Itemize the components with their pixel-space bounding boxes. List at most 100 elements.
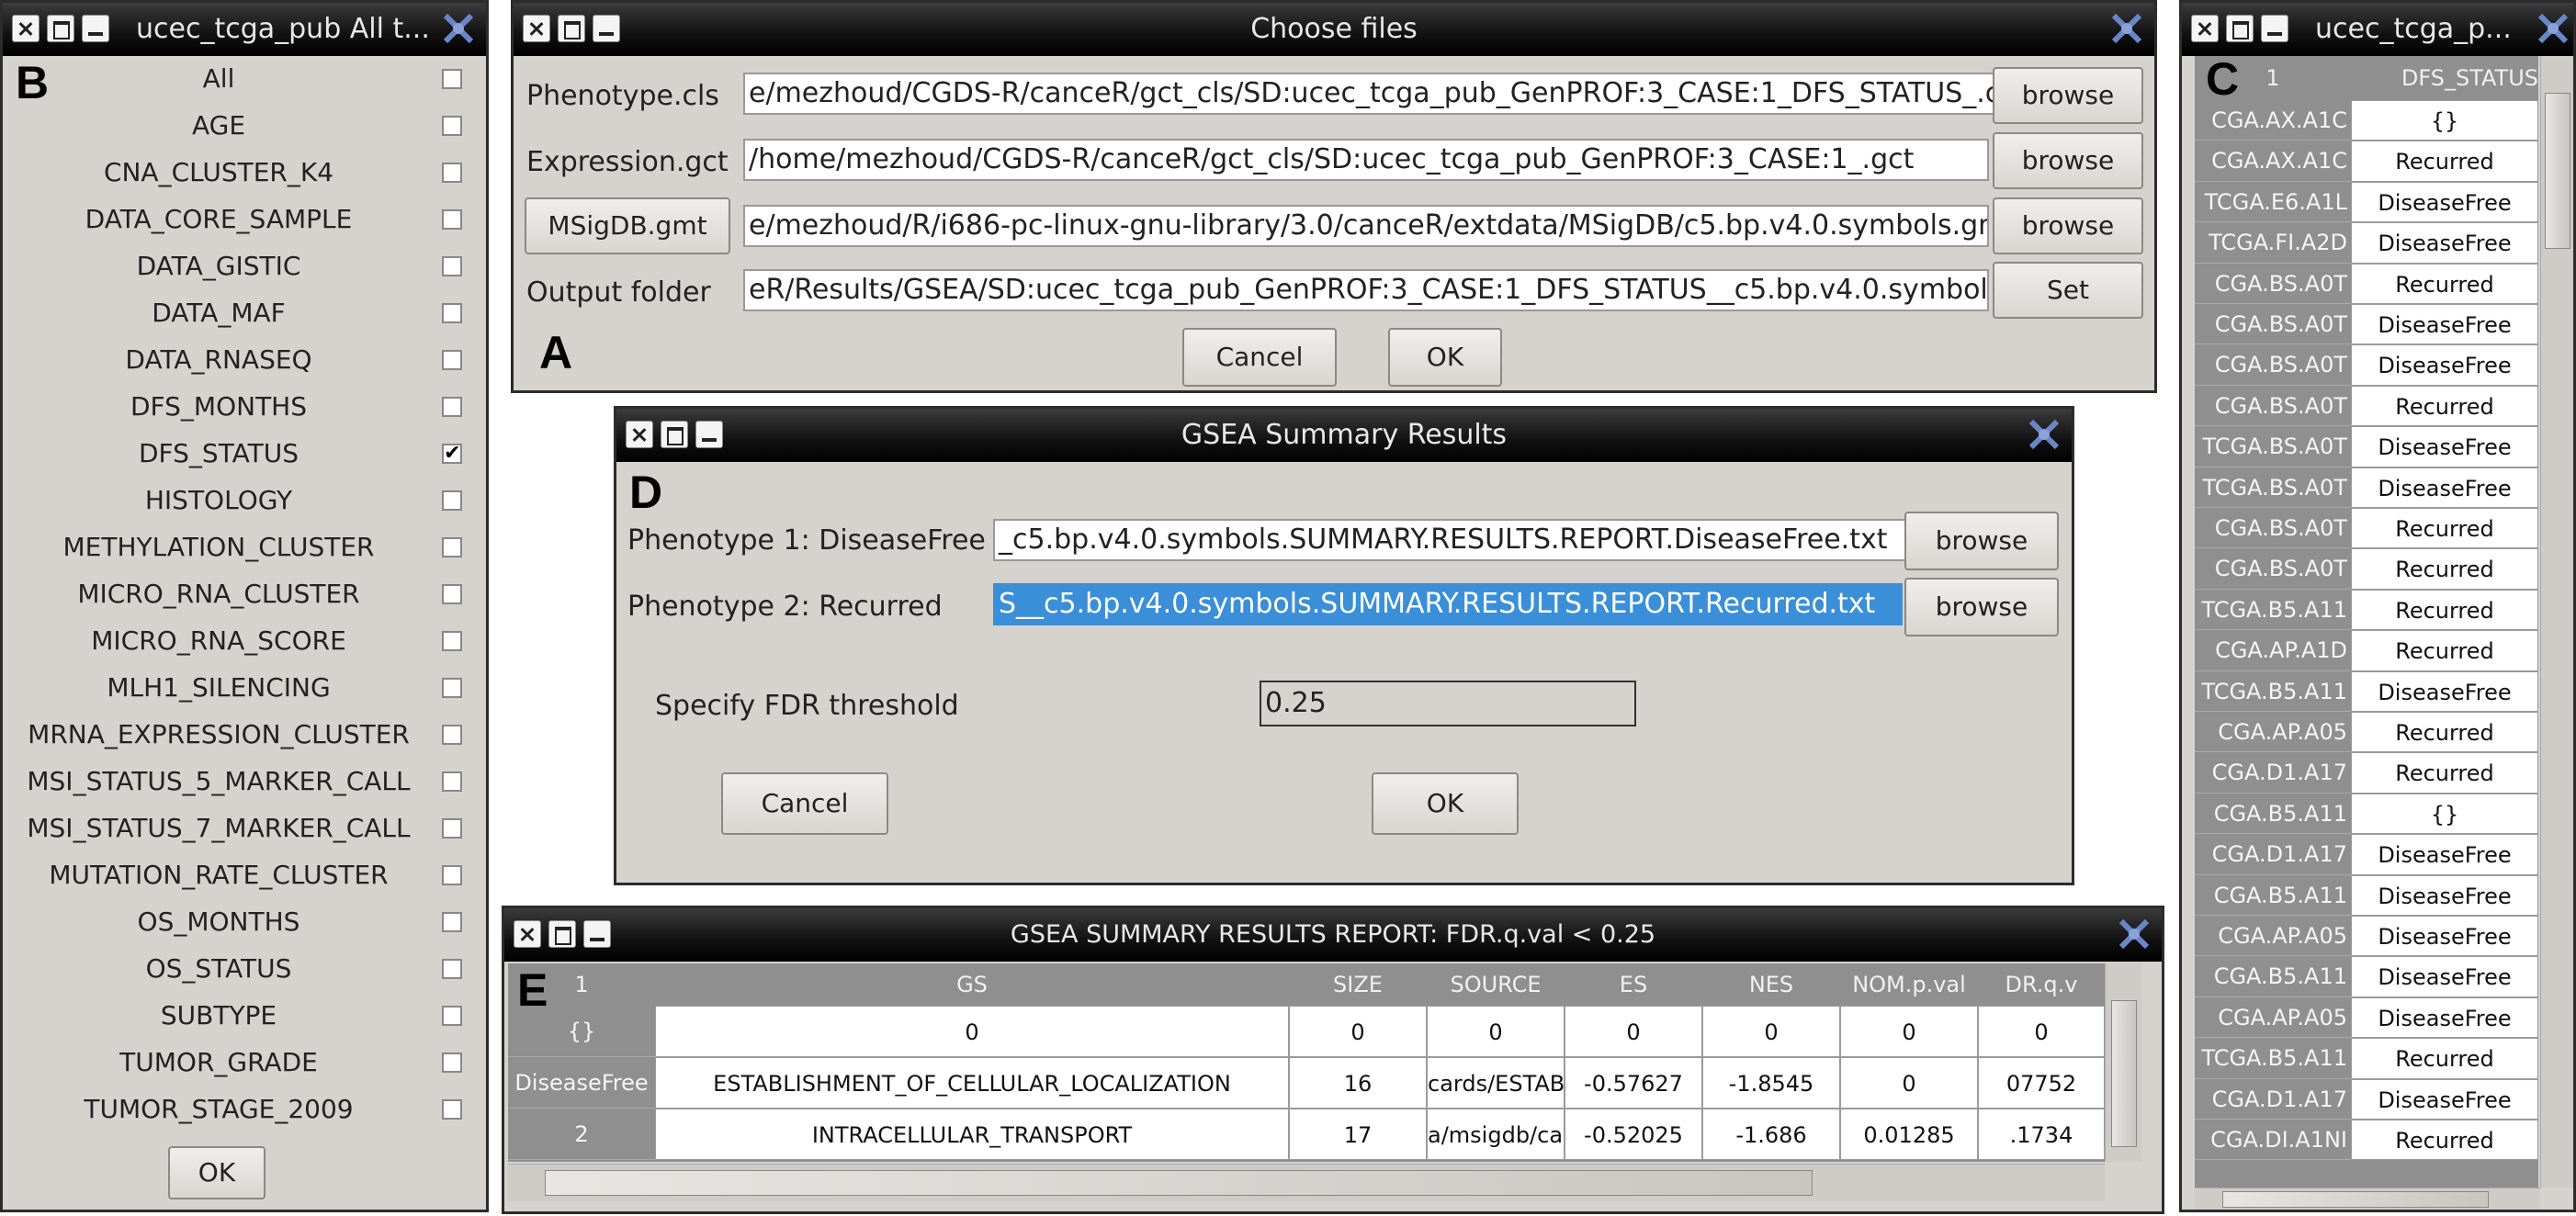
attribute-checkbox[interactable] [442, 69, 462, 89]
msigdb-gmt-button[interactable]: MSigDB.gmt [525, 197, 730, 254]
table-column-header[interactable]: SIZE [1289, 963, 1427, 1006]
table-cell[interactable]: a/msigdb/cards/I [1427, 1109, 1565, 1160]
output-folder-set-button[interactable]: Set [1993, 262, 2143, 319]
phenotype-cls-browse-button[interactable]: browse [1993, 67, 2143, 124]
vertical-scrollbar[interactable] [2540, 56, 2573, 1188]
msigdb-gmt-browse-button[interactable]: browse [1993, 197, 2143, 254]
table-cell[interactable]: DiseaseFree [2351, 344, 2538, 386]
window-d-titlebar[interactable]: GSEA Summary Results [616, 409, 2072, 462]
table-cell[interactable]: -1.686 [1702, 1109, 1840, 1160]
table-cell[interactable]: DiseaseFree [2351, 467, 2538, 508]
window-menu-icon[interactable] [2026, 416, 2062, 453]
attribute-list-item[interactable]: SUBTYPE [3, 995, 480, 1037]
window-b-titlebar[interactable]: ucec_tcga_pub All t... [3, 3, 486, 56]
table-column-header[interactable]: GS [655, 963, 1289, 1006]
table-cell[interactable]: Recurred [2351, 263, 2538, 304]
table-cell[interactable]: Recurred [2351, 630, 2538, 671]
attribute-checkbox[interactable] [442, 1006, 462, 1026]
attribute-checkbox[interactable] [442, 303, 462, 323]
table-cell[interactable]: Recurred [2351, 548, 2538, 590]
attribute-checkbox[interactable] [442, 725, 462, 745]
table-cell[interactable]: DiseaseFree [2351, 996, 2538, 1039]
table-cell[interactable]: Recurred [2351, 508, 2538, 549]
attribute-list-item[interactable]: MUTATION_RATE_CLUSTER [3, 854, 480, 896]
phenotype-1-path-field[interactable]: _c5.bp.v4.0.symbols.SUMMARY.RESULTS.REPO… [993, 519, 1912, 561]
table-cell[interactable]: 16 [1289, 1057, 1427, 1109]
table-cell[interactable]: 0 [1427, 1006, 1565, 1057]
table-column-header[interactable]: DR.q.v [1978, 963, 2105, 1006]
attribute-checkbox[interactable] [442, 678, 462, 698]
attribute-checkbox[interactable] [442, 584, 462, 604]
attribute-checkbox[interactable]: ✔ [442, 444, 462, 464]
horizontal-scrollbar[interactable] [2195, 1188, 2540, 1210]
attribute-checkbox[interactable] [442, 163, 462, 183]
attribute-list-item[interactable]: TUMOR_STAGE_2009 [3, 1088, 480, 1131]
attribute-list-item[interactable]: DFS_STATUS ✔ [3, 433, 480, 475]
maximize-icon[interactable] [2226, 15, 2254, 42]
table-cell[interactable]: 0 [1840, 1057, 1978, 1109]
attribute-list-item[interactable]: DATA_RNASEQ [3, 339, 480, 381]
table-cell[interactable]: -1.8545 [1702, 1057, 1840, 1109]
ok-button[interactable]: OK [168, 1146, 266, 1199]
attribute-checkbox[interactable] [442, 912, 462, 932]
attribute-list-item[interactable]: TUMOR_GRADE [3, 1041, 480, 1084]
table-cell[interactable]: cards/ESTABLIS [1427, 1057, 1565, 1109]
attribute-list-item[interactable]: METHYLATION_CLUSTER [3, 526, 480, 569]
horizontal-scrollbar[interactable] [508, 1164, 2105, 1201]
table-cell[interactable]: 0 [1289, 1006, 1427, 1057]
attribute-list-item[interactable]: MSI_STATUS_5_MARKER_CALL [3, 760, 480, 803]
attribute-list-item[interactable]: DFS_MONTHS [3, 386, 480, 428]
attribute-checkbox[interactable] [442, 490, 462, 511]
table-column-header[interactable]: ES [1565, 963, 1702, 1006]
attribute-checkbox[interactable] [442, 1053, 462, 1073]
expression-gct-path-field[interactable]: /home/mezhoud/CGDS-R/canceR/gct_cls/SD:u… [743, 139, 1989, 181]
window-menu-icon[interactable] [2108, 10, 2145, 47]
table-cell[interactable]: Recurred [2351, 1120, 2538, 1161]
table-cell[interactable]: Recurred [2351, 141, 2538, 182]
phenotype-cls-path-field[interactable]: e/mezhoud/CGDS-R/canceR/gct_cls/SD:ucec_… [743, 73, 2039, 115]
cancel-button[interactable]: Cancel [721, 772, 888, 835]
table-cell[interactable]: {} [2351, 793, 2538, 835]
attribute-checkbox[interactable] [442, 256, 462, 276]
table-cell[interactable]: ESTABLISHMENT_OF_CELLULAR_LOCALIZATION [655, 1057, 1289, 1109]
table-cell[interactable]: Recurred [2351, 385, 2538, 427]
attribute-list-item[interactable]: DATA_CORE_SAMPLE [3, 198, 480, 241]
ok-button[interactable]: OK [1388, 328, 1502, 387]
attribute-checkbox[interactable] [442, 209, 462, 230]
maximize-icon[interactable] [47, 15, 74, 42]
attribute-checkbox[interactable] [442, 116, 462, 136]
attribute-list-item[interactable]: DATA_GISTIC [3, 245, 480, 287]
table-cell[interactable]: DiseaseFree [2351, 222, 2538, 264]
table-cell[interactable]: {} [2351, 100, 2538, 141]
table-cell[interactable]: DiseaseFree [2351, 304, 2538, 345]
scrollbar-thumb[interactable] [2222, 1191, 2489, 1208]
expression-gct-browse-button[interactable]: browse [1993, 132, 2143, 189]
table-cell[interactable]: Recurred [2351, 752, 2538, 794]
table-cell[interactable]: Recurred [2351, 1038, 2538, 1079]
output-folder-path-field[interactable]: eR/Results/GSEA/SD:ucec_tcga_pub_GenPROF… [743, 269, 1989, 311]
fdr-threshold-input[interactable]: 0.25 [1260, 681, 1636, 726]
close-icon[interactable] [2191, 15, 2219, 42]
window-menu-icon[interactable] [2535, 10, 2571, 47]
scrollbar-thumb[interactable] [2545, 93, 2570, 249]
attribute-checkbox[interactable] [442, 397, 462, 417]
ok-button[interactable]: OK [1372, 772, 1519, 835]
table-cell[interactable]: DiseaseFree [2351, 834, 2538, 875]
attribute-list-item[interactable]: MLH1_SILENCING [3, 667, 480, 709]
table-cell[interactable]: .1734 [1978, 1109, 2105, 1160]
attribute-checkbox[interactable] [442, 350, 462, 370]
attribute-checkbox[interactable] [442, 537, 462, 557]
vertical-scrollbar[interactable] [2105, 963, 2142, 1162]
attribute-list-item[interactable]: HISTOLOGY [3, 479, 480, 522]
attribute-list-item[interactable]: MRNA_EXPRESSION_CLUSTER [3, 714, 480, 756]
table-cell[interactable]: 0 [655, 1006, 1289, 1057]
msigdb-gmt-path-field[interactable]: e/mezhoud/R/i686-pc-linux-gnu-library/3.… [743, 205, 1989, 247]
table-column-header[interactable]: NOM.p.val [1840, 963, 1978, 1006]
scrollbar-thumb[interactable] [545, 1170, 1813, 1196]
table-cell[interactable]: DiseaseFree [2351, 916, 2538, 957]
table-cell[interactable]: 07752 [1978, 1057, 2105, 1109]
attribute-list-item[interactable]: MICRO_RNA_CLUSTER [3, 573, 480, 615]
window-menu-icon[interactable] [440, 10, 477, 47]
minimize-icon[interactable] [82, 15, 109, 42]
attribute-checkbox[interactable] [442, 818, 462, 839]
